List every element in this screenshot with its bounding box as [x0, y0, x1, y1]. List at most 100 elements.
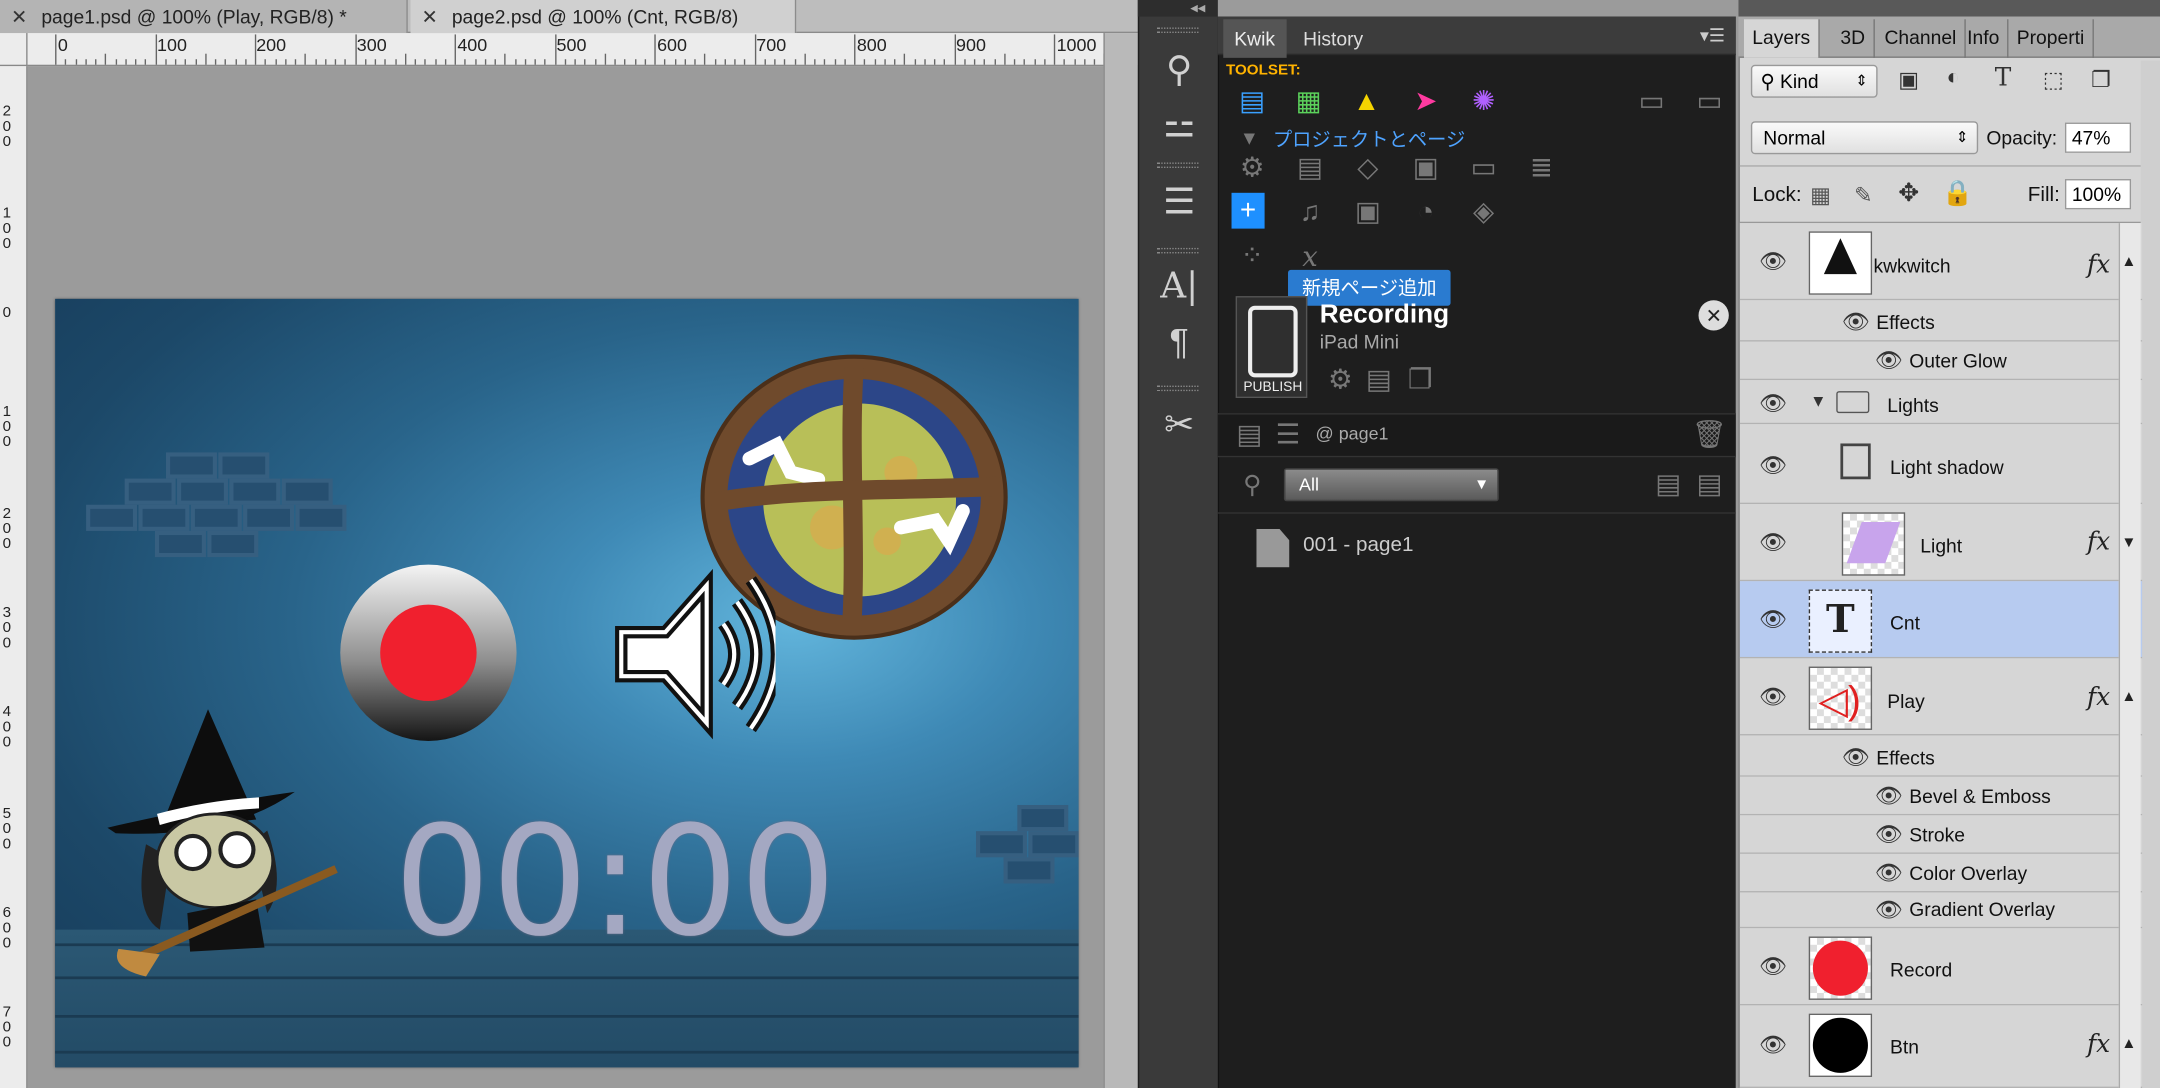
- expand-effects-icon[interactable]: ▼: [2121, 534, 2136, 551]
- artboard[interactable]: 00:00: [55, 298, 1079, 1068]
- tab-history[interactable]: History: [1292, 19, 1374, 58]
- brush-preset-icon[interactable]: ⚲: [1154, 41, 1204, 96]
- character-icon[interactable]: A|: [1154, 259, 1204, 314]
- tab-properties[interactable]: Properti: [2008, 19, 2094, 58]
- visibility-eye-icon[interactable]: 👁: [1873, 859, 1903, 887]
- import-icon[interactable]: ▤: [1648, 466, 1689, 505]
- project-icon[interactable]: ▤: [1232, 83, 1273, 122]
- lock-position-icon[interactable]: ✥: [1898, 179, 1919, 208]
- blend-mode-select[interactable]: Normal ⇕: [1750, 121, 1979, 155]
- expand-arrow-icon[interactable]: ▼: [1240, 127, 1259, 149]
- page-doc-icon[interactable]: ▤: [1229, 416, 1270, 455]
- page-list-item[interactable]: 001 - page1: [1303, 533, 1413, 556]
- filter-shape-icon[interactable]: ⬚: [2043, 66, 2064, 94]
- close-tab-icon[interactable]: ✕: [11, 0, 30, 33]
- lock-transparency-icon[interactable]: ▦: [1810, 182, 1831, 210]
- effects-row[interactable]: [1739, 300, 2143, 342]
- pages-icon[interactable]: ▦: [1288, 83, 1329, 122]
- filter-smart-object-icon[interactable]: ❐: [2091, 66, 2111, 94]
- xml-icon[interactable]: ▣: [1405, 149, 1446, 188]
- tool-strip-header[interactable]: ◂◂: [1137, 0, 1218, 17]
- expand-effects-icon[interactable]: ▲: [2121, 1036, 2136, 1053]
- canvas-scrollbar[interactable]: [1103, 33, 1138, 1088]
- folder-icon[interactable]: ▭: [1689, 83, 1730, 122]
- fill-input[interactable]: 100%: [2064, 179, 2132, 210]
- close-project-icon[interactable]: ✕: [1698, 300, 1729, 331]
- export-icon[interactable]: ▤: [1689, 466, 1730, 505]
- speaker-icon[interactable]: [610, 568, 776, 740]
- loading-icon[interactable]: ⁘: [1232, 237, 1273, 276]
- horizontal-ruler[interactable]: 0 100 200 300 400 500 600 700 800 900 10…: [27, 33, 1156, 67]
- list-icon[interactable]: ☰: [1267, 416, 1308, 455]
- layer-row-play[interactable]: [1739, 658, 2143, 736]
- visibility-eye-icon[interactable]: 👁: [1840, 308, 1870, 336]
- copy-icon[interactable]: ❐: [1400, 361, 1441, 400]
- tab-info[interactable]: Info: [1959, 19, 2009, 58]
- ruler-corner[interactable]: [0, 33, 28, 67]
- close-tab-icon[interactable]: ✕: [422, 0, 441, 33]
- effects-row[interactable]: [1739, 735, 2143, 777]
- visibility-eye-icon[interactable]: 👁: [1758, 606, 1788, 634]
- filter-adjustment-icon[interactable]: ◐: [1946, 66, 1959, 91]
- expand-effects-icon[interactable]: ▲: [2121, 253, 2136, 270]
- atom-icon[interactable]: ✺: [1463, 83, 1504, 122]
- visibility-eye-icon[interactable]: 👁: [1758, 683, 1788, 711]
- visibility-eye-icon[interactable]: 👁: [1873, 821, 1903, 849]
- record-button[interactable]: [340, 564, 517, 741]
- page-settings-icon[interactable]: ▤: [1289, 149, 1330, 188]
- layer-row-btn[interactable]: [1739, 1005, 2143, 1088]
- archive-icon[interactable]: ▤: [1358, 361, 1399, 400]
- transition-icon[interactable]: ◇: [1347, 149, 1388, 188]
- expand-effects-icon[interactable]: ▲: [2121, 689, 2136, 706]
- video-icon[interactable]: ▣: [1347, 193, 1388, 232]
- fx-icon[interactable]: fx: [2087, 683, 2110, 712]
- visibility-eye-icon[interactable]: 👁: [1758, 529, 1788, 557]
- add-page-icon[interactable]: +: [1231, 192, 1265, 229]
- fx-icon[interactable]: fx: [2087, 527, 2110, 556]
- expand-arrow-icon[interactable]: ▼: [1810, 391, 1826, 410]
- trash-icon[interactable]: 🗑: [1689, 416, 1730, 455]
- layer-row-cnt[interactable]: [1739, 581, 2143, 659]
- publish-button[interactable]: PUBLISH: [1235, 296, 1308, 399]
- vertical-ruler[interactable]: 2 0 0 1 0 0 0 1 0 0 2 0 0 3 0 0 4 0 0 5 …: [0, 66, 28, 1088]
- device-settings-icon[interactable]: ⚙: [1320, 361, 1361, 400]
- document-tab-page1[interactable]: ✕ page1.psd @ 100% (Play, RGB/8) *: [0, 0, 408, 34]
- visibility-eye-icon[interactable]: 👁: [1758, 452, 1788, 480]
- tab-channels[interactable]: Channel: [1876, 19, 1966, 58]
- opacity-input[interactable]: 47%: [2064, 122, 2132, 153]
- visibility-eye-icon[interactable]: 👁: [1873, 897, 1903, 925]
- visibility-eye-icon[interactable]: 👁: [1758, 390, 1788, 418]
- visibility-eye-icon[interactable]: 👁: [1873, 347, 1903, 375]
- lock-pixels-icon[interactable]: ✎: [1854, 182, 1872, 210]
- adjustments-icon[interactable]: ⚍: [1154, 96, 1204, 151]
- tab-3d[interactable]: 3D: [1832, 19, 1875, 58]
- filter-type-icon[interactable]: T: [1995, 63, 2012, 92]
- layer-filter-kind-select[interactable]: ⚲ Kind ⇕: [1750, 64, 1878, 98]
- panel-menu-icon[interactable]: ▾☰: [1700, 25, 1725, 47]
- audio-icon[interactable]: ♫: [1289, 193, 1330, 232]
- search-icon[interactable]: ⚲: [1232, 466, 1273, 505]
- filter-pixel-icon[interactable]: ▣: [1898, 66, 1919, 94]
- paragraph-icon[interactable]: ¶: [1154, 314, 1204, 369]
- layers-scrollbar[interactable]: [2118, 223, 2141, 1088]
- visibility-eye-icon[interactable]: 👁: [1758, 248, 1788, 276]
- terminal-icon[interactable]: ▭: [1463, 149, 1504, 188]
- visibility-eye-icon[interactable]: 👁: [1873, 782, 1903, 810]
- layers-icon[interactable]: ◈: [1463, 193, 1504, 232]
- collapse-icon[interactable]: ◂◂: [1190, 0, 1205, 17]
- visibility-eye-icon[interactable]: 👁: [1840, 744, 1870, 772]
- pointer-icon[interactable]: ➤: [1405, 83, 1446, 122]
- panel-header[interactable]: [1738, 0, 2160, 17]
- layer-group-lights[interactable]: [1739, 380, 2143, 425]
- new-folder-icon[interactable]: ▭: [1631, 83, 1672, 122]
- clone-source-icon[interactable]: ☰: [1154, 174, 1204, 229]
- rocket-icon[interactable]: ▲: [1346, 83, 1387, 122]
- tab-kwik[interactable]: Kwik: [1223, 19, 1287, 58]
- timer-icon[interactable]: ◔: [1405, 193, 1446, 232]
- project-settings-icon[interactable]: ⚙: [1232, 149, 1273, 188]
- document-tab-page2[interactable]: ✕ page2.psd @ 100% (Cnt, RGB/8): [410, 0, 797, 34]
- lock-all-icon[interactable]: 🔒: [1942, 179, 1973, 208]
- fx-icon[interactable]: fx: [2087, 1030, 2110, 1059]
- tools-icon[interactable]: ✂: [1154, 397, 1204, 452]
- tab-layers[interactable]: Layers: [1743, 19, 1820, 58]
